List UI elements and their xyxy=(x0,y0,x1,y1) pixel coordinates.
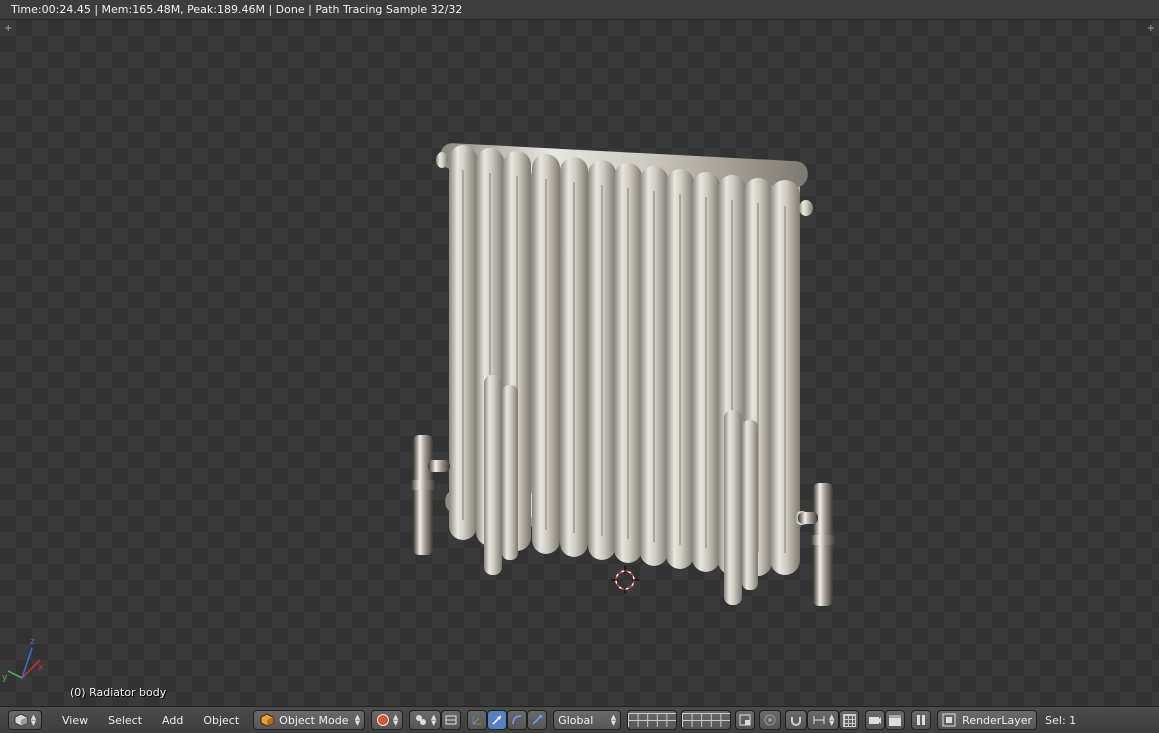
snap-target-icon xyxy=(842,713,856,727)
opengl-render-image-button[interactable] xyxy=(865,710,886,730)
chevron-updown-icon: ▲ ▼ xyxy=(392,713,399,727)
pivot-align-icon xyxy=(445,715,457,725)
render-layers-icon xyxy=(942,713,956,727)
svg-text:z: z xyxy=(30,637,35,647)
3d-cursor-icon[interactable] xyxy=(611,566,639,594)
render-layer-label: RenderLayer xyxy=(962,713,1033,727)
mode-label: Object Mode xyxy=(279,713,349,727)
scale-icon xyxy=(532,715,543,725)
svg-text:x: x xyxy=(38,663,44,673)
right-valve[interactable] xyxy=(798,483,835,606)
svg-text:y: y xyxy=(2,673,8,683)
chevron-updown-icon: ▲ ▼ xyxy=(30,713,37,727)
manipulator-icon xyxy=(472,716,482,725)
manipulator-toggle-button[interactable] xyxy=(467,710,488,730)
proportional-edit-icon xyxy=(764,714,776,726)
proportional-edit-button[interactable] xyxy=(759,710,782,730)
chevron-updown-icon: ▲ ▼ xyxy=(430,713,437,727)
orientation-label: Global xyxy=(558,713,594,727)
scene-layers-group-2[interactable] xyxy=(681,710,732,730)
mode-selector[interactable]: Object Mode ▲ ▼ xyxy=(253,710,366,730)
chevron-updown-icon: ▲ ▼ xyxy=(828,713,835,727)
translate-manipulator-button[interactable] xyxy=(487,710,508,730)
render-layer-selector[interactable]: RenderLayer xyxy=(937,710,1038,730)
scene-layers-group-1[interactable] xyxy=(627,710,678,730)
viewport-shading-icon xyxy=(376,714,389,726)
viewport-shading-button[interactable]: ▲ ▼ xyxy=(371,710,404,730)
3d-viewport[interactable]: + + z x y (0) Radiator body xyxy=(0,20,1159,706)
chevron-updown-icon: ▲ ▼ xyxy=(610,713,617,727)
snap-target-button[interactable] xyxy=(839,710,860,730)
render-status-bar: Time:00:24.45 | Mem:165.48M, Peak:189.46… xyxy=(0,0,1159,20)
radiator-body[interactable] xyxy=(436,143,813,605)
layer-lock-icon xyxy=(739,714,751,726)
layer-grid-icon xyxy=(628,713,677,727)
pivot-point-icon xyxy=(415,715,426,725)
left-valve[interactable] xyxy=(411,435,450,555)
axis-gizmo-icon: z x y xyxy=(2,637,44,683)
scale-manipulator-button[interactable] xyxy=(527,710,548,730)
menu-select[interactable]: Select xyxy=(98,714,152,727)
transform-orientation-selector[interactable]: Global ▲ ▼ xyxy=(553,710,622,730)
pause-icon xyxy=(917,715,926,725)
active-object-label: (0) Radiator body xyxy=(70,686,167,699)
editor-type-button[interactable]: ▲ ▼ xyxy=(8,710,42,730)
3d-view-header: ▲ ▼ View Select Add Object Object Mode ▲ ▼… xyxy=(0,706,1159,733)
menu-view[interactable]: View xyxy=(52,714,98,727)
pivot-point-button[interactable]: ▲ ▼ xyxy=(409,710,442,730)
snap-element-selector[interactable]: ▲ ▼ xyxy=(807,710,840,730)
opengl-render-animation-button[interactable] xyxy=(885,710,906,730)
editor-type-icon xyxy=(14,713,28,727)
chevron-updown-icon: ▲ ▼ xyxy=(354,713,361,727)
menu-object[interactable]: Object xyxy=(193,714,249,727)
render-status-text: Time:00:24.45 | Mem:165.48M, Peak:189.46… xyxy=(11,3,463,16)
render-result: z x y xyxy=(2,143,835,683)
rotate-icon xyxy=(512,715,522,725)
snap-increment-icon xyxy=(813,716,825,724)
pause-render-button[interactable] xyxy=(911,710,932,730)
translate-icon xyxy=(492,715,502,725)
snap-toggle-button[interactable] xyxy=(785,710,808,730)
pivot-align-button[interactable] xyxy=(441,710,462,730)
menu-add[interactable]: Add xyxy=(152,714,193,727)
snap-icon xyxy=(791,717,802,726)
object-mode-cube-icon xyxy=(260,713,274,727)
rotate-manipulator-button[interactable] xyxy=(507,710,528,730)
clapper-icon xyxy=(889,715,902,726)
selection-count: Sel: 1 xyxy=(1045,713,1077,727)
layer-lock-button[interactable] xyxy=(735,710,756,730)
layer-grid-icon xyxy=(682,713,731,727)
render-camera-icon xyxy=(869,717,882,724)
